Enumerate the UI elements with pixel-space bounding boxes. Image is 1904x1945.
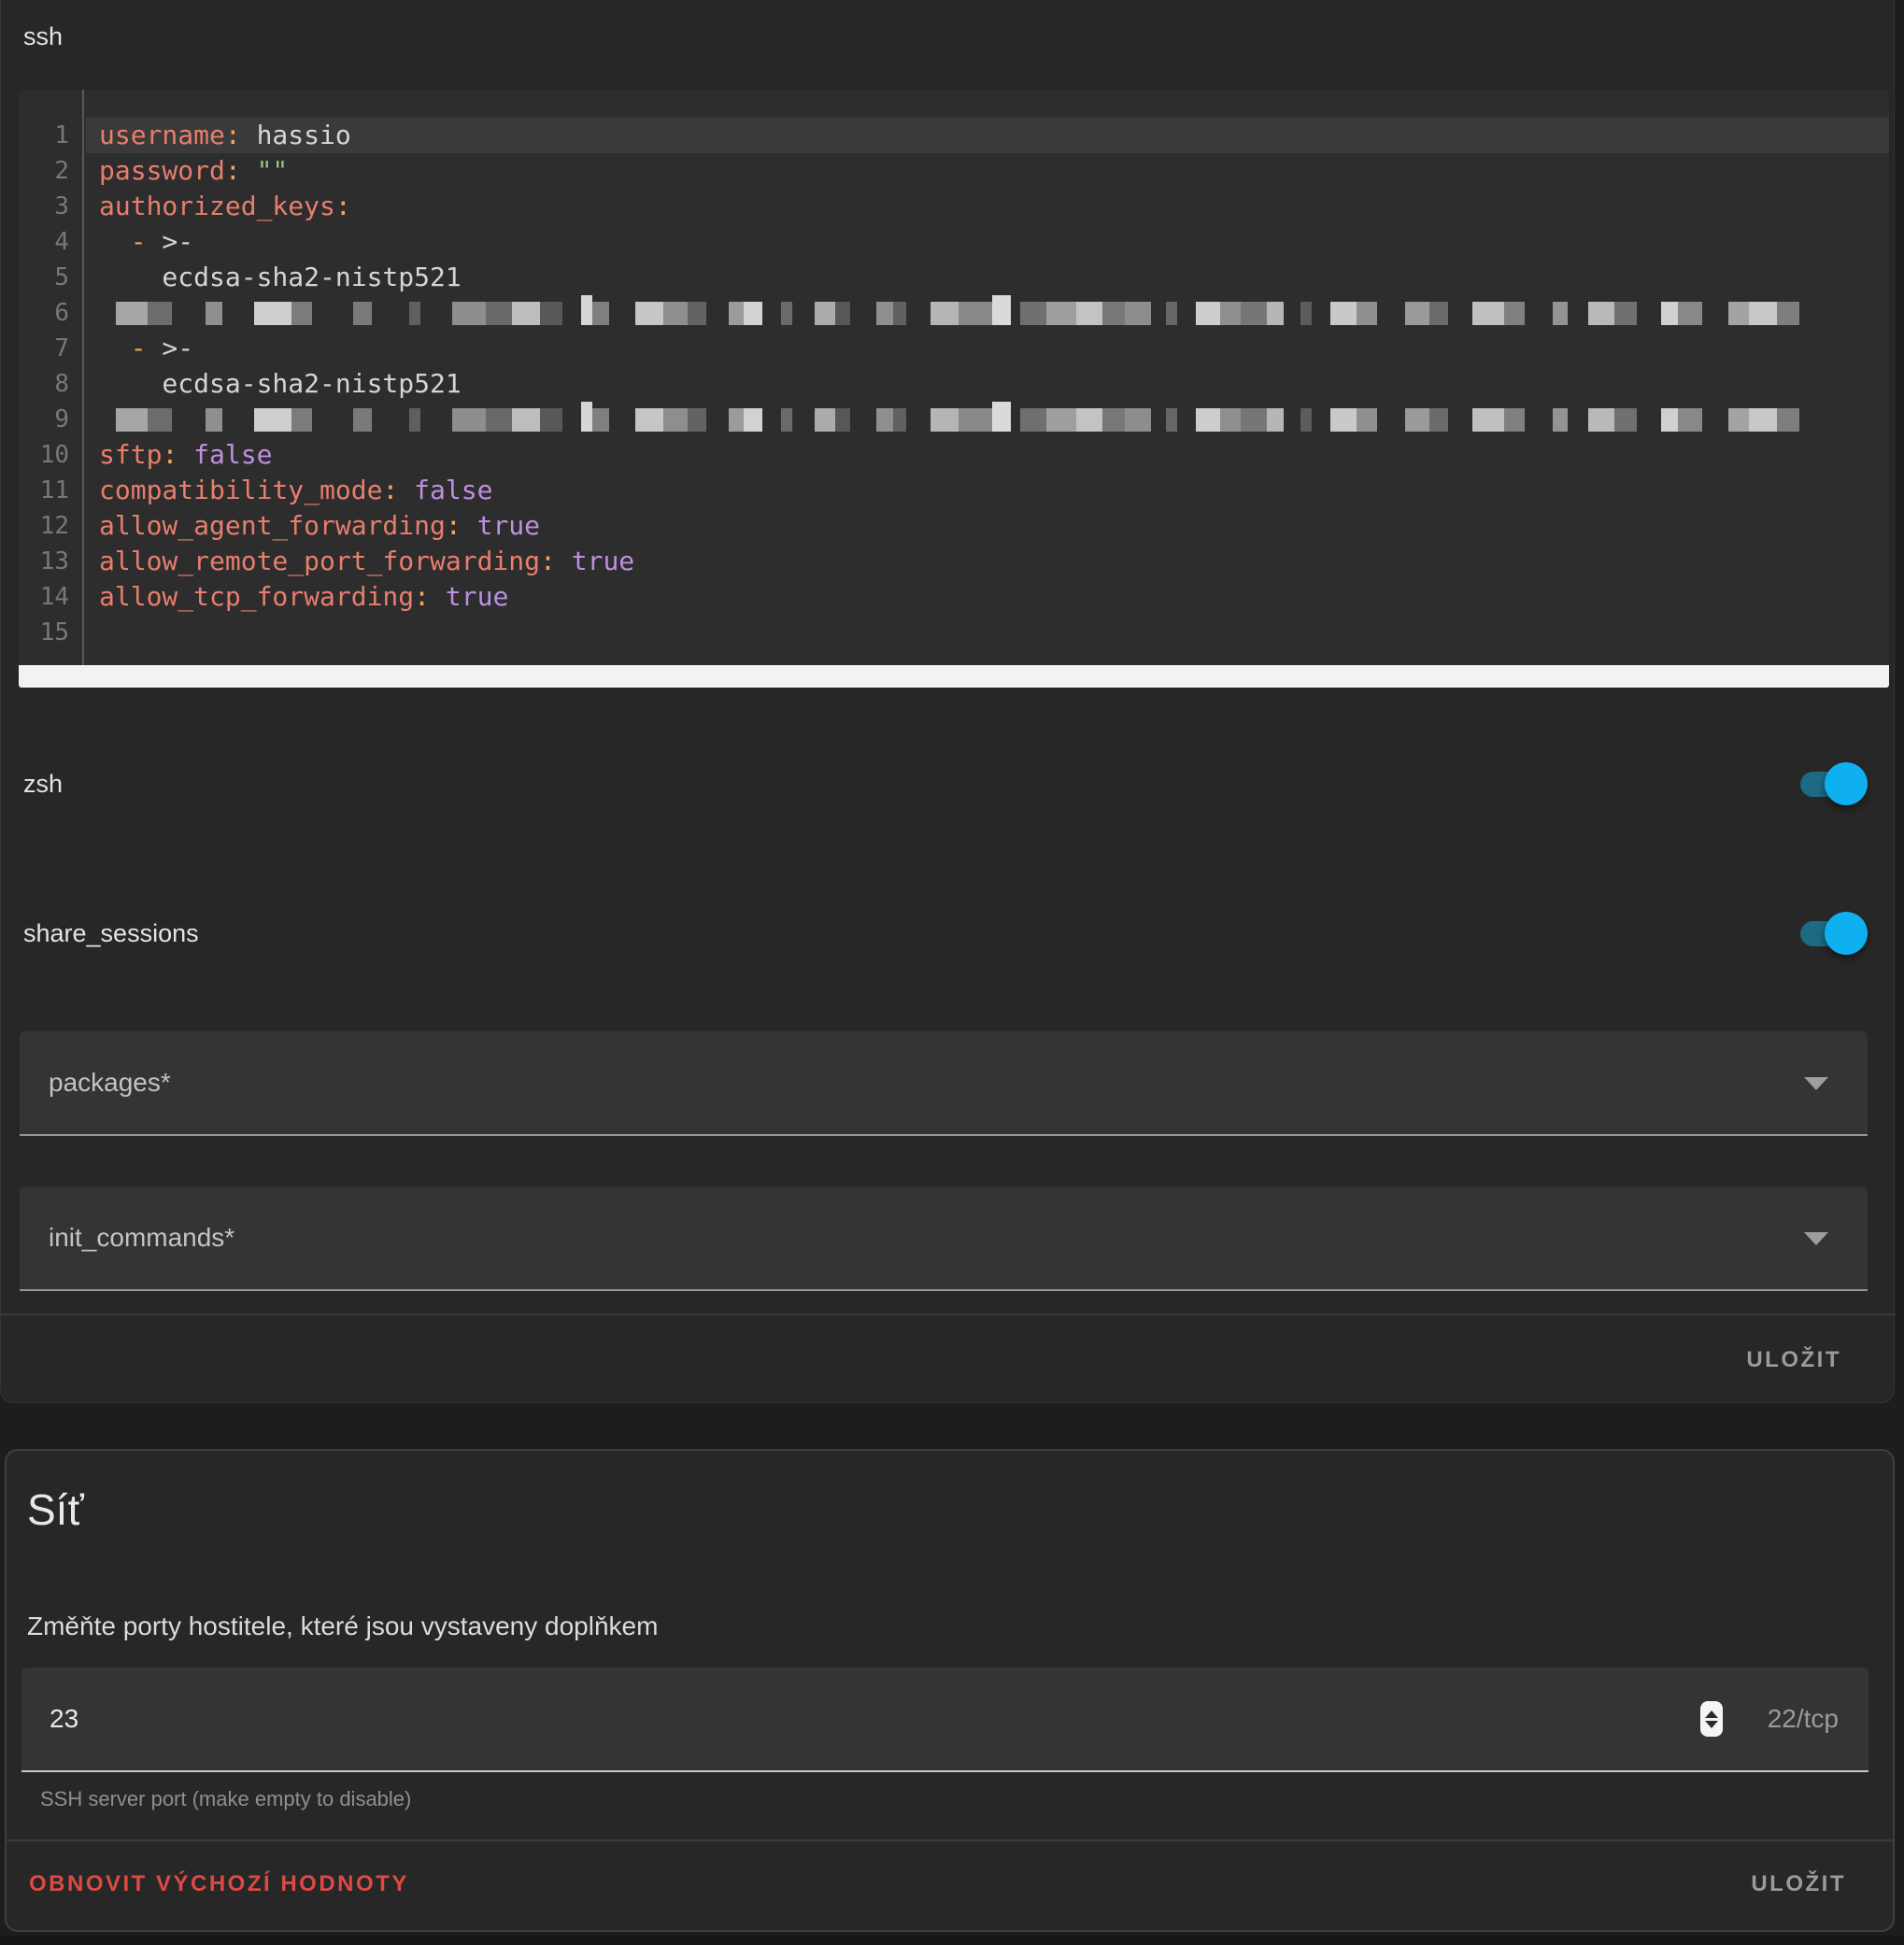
line-number: 11 <box>19 473 82 508</box>
number-stepper-icon[interactable] <box>1700 1701 1723 1737</box>
editor-line[interactable]: allow_remote_port_forwarding: true <box>86 544 1889 579</box>
ssh-option-label: ssh <box>23 22 63 50</box>
line-number: 6 <box>19 295 82 331</box>
stepper-up-icon[interactable] <box>1705 1711 1718 1718</box>
line-number: 3 <box>19 189 82 224</box>
port-mapping-suffix: 22/tcp <box>1768 1704 1839 1734</box>
line-number: 1 <box>19 118 82 153</box>
editor-line[interactable]: authorized_keys: <box>86 189 1889 224</box>
chevron-down-icon <box>1804 1077 1828 1090</box>
card-actions-divider <box>7 1839 1893 1841</box>
line-number: 9 <box>19 402 82 437</box>
editor-horizontal-scrollbar[interactable] <box>19 665 1889 688</box>
share-sessions-toggle[interactable] <box>1800 912 1868 955</box>
network-description: Změňte porty hostitele, které jsou vysta… <box>27 1611 658 1641</box>
chevron-down-icon <box>1804 1232 1828 1245</box>
network-title: Síť <box>27 1484 84 1535</box>
zsh-option-label: zsh <box>23 770 63 798</box>
packages-select[interactable]: packages* <box>20 1031 1868 1136</box>
editor-line[interactable]: username: hassio <box>86 118 1889 153</box>
line-number: 15 <box>19 615 82 650</box>
editor-line[interactable]: - >- <box>86 224 1889 260</box>
editor-line-redacted[interactable] <box>86 402 1889 437</box>
editor-line[interactable]: allow_agent_forwarding: true <box>86 508 1889 544</box>
card-actions-divider <box>1 1313 1896 1315</box>
editor-line[interactable]: - >- <box>86 331 1889 366</box>
line-number: 8 <box>19 366 82 402</box>
redacted-key <box>116 402 1799 437</box>
editor-line[interactable]: compatibility_mode: false <box>86 473 1889 508</box>
editor-line[interactable]: password: "" <box>86 153 1889 189</box>
editor-line[interactable]: sftp: false <box>86 437 1889 473</box>
line-number: 14 <box>19 579 82 615</box>
redacted-key <box>116 295 1799 331</box>
line-number: 12 <box>19 508 82 544</box>
editor-line-redacted[interactable] <box>86 295 1889 331</box>
editor-line[interactable] <box>86 615 1889 650</box>
packages-label: packages* <box>49 1068 171 1098</box>
port-value[interactable]: 23 <box>50 1704 78 1734</box>
share-sessions-label: share_sessions <box>23 919 199 947</box>
editor-gutter: 123456789101112131415 <box>19 90 84 665</box>
port-input[interactable]: 23 22/tcp <box>21 1668 1868 1772</box>
line-number: 13 <box>19 544 82 579</box>
toggle-thumb <box>1825 762 1868 805</box>
line-number: 7 <box>19 331 82 366</box>
line-number: 5 <box>19 260 82 295</box>
stepper-down-icon[interactable] <box>1705 1721 1718 1728</box>
yaml-editor[interactable]: 123456789101112131415 username: hassiopa… <box>19 90 1889 688</box>
editor-line[interactable]: ecdsa-sha2-nistp521 <box>86 366 1889 402</box>
port-helper-text: SSH server port (make empty to disable) <box>40 1787 411 1811</box>
toggle-thumb <box>1825 912 1868 955</box>
line-number: 10 <box>19 437 82 473</box>
save-button[interactable]: ULOŽIT <box>1746 1347 1841 1373</box>
save-button-network[interactable]: ULOŽIT <box>1751 1871 1846 1897</box>
editor-code-area[interactable]: username: hassiopassword: ""authorized_k… <box>86 90 1889 665</box>
options-card: ssh 123456789101112131415 username: hass… <box>0 0 1895 1403</box>
editor-line[interactable]: ecdsa-sha2-nistp521 <box>86 260 1889 295</box>
zsh-toggle[interactable] <box>1800 762 1868 805</box>
init-commands-label: init_commands* <box>49 1223 234 1253</box>
line-number: 4 <box>19 224 82 260</box>
line-number: 2 <box>19 153 82 189</box>
reset-defaults-button[interactable]: OBNOVIT VÝCHOZÍ HODNOTY <box>29 1871 409 1897</box>
editor-line[interactable]: allow_tcp_forwarding: true <box>86 579 1889 615</box>
init-commands-select[interactable]: init_commands* <box>20 1186 1868 1291</box>
page-bottom-strip <box>0 1936 1904 1945</box>
network-card: Síť Změňte porty hostitele, které jsou v… <box>5 1449 1895 1932</box>
